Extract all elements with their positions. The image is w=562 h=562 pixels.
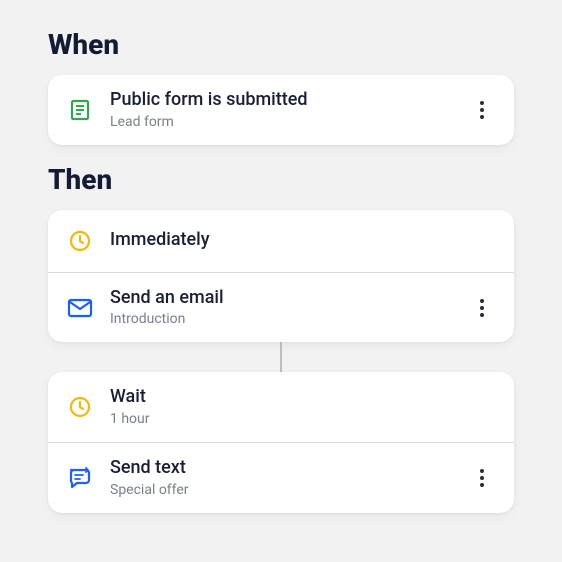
trigger-text: Public form is submitted Lead form <box>110 89 468 131</box>
form-icon <box>66 96 94 124</box>
action-text: Send text Special offer <box>110 457 468 499</box>
action-title: Send text <box>110 457 468 480</box>
action-row[interactable]: Send an email Introduction <box>48 272 514 343</box>
timing-title: Immediately <box>110 229 496 252</box>
then-heading: Then <box>48 163 514 196</box>
trigger-row: Public form is submitted Lead form <box>48 75 514 145</box>
action-group-1: Wait 1 hour Send text Special offer <box>48 372 514 512</box>
wait-title: Wait <box>110 386 496 409</box>
trigger-title: Public form is submitted <box>110 89 468 112</box>
trigger-subtitle: Lead form <box>110 113 468 131</box>
connector-line <box>280 342 282 372</box>
when-heading: When <box>48 28 514 61</box>
trigger-menu-button[interactable] <box>468 96 496 124</box>
action-menu-button[interactable] <box>468 294 496 322</box>
more-icon <box>480 101 484 119</box>
sms-icon <box>66 464 94 492</box>
action-group-0: Immediately Send an email Introduction <box>48 210 514 343</box>
action-title: Send an email <box>110 287 468 310</box>
wait-row[interactable]: Wait 1 hour <box>48 372 514 442</box>
clock-icon <box>66 227 94 255</box>
action-subtitle: Special offer <box>110 481 468 499</box>
clock-icon <box>66 393 94 421</box>
action-row[interactable]: Send text Special offer <box>48 442 514 513</box>
more-icon <box>480 299 484 317</box>
more-icon <box>480 469 484 487</box>
action-menu-button[interactable] <box>468 464 496 492</box>
action-subtitle: Introduction <box>110 310 468 328</box>
timing-text: Immediately <box>110 229 496 252</box>
action-text: Send an email Introduction <box>110 287 468 329</box>
email-icon <box>66 294 94 322</box>
wait-subtitle: 1 hour <box>110 410 496 428</box>
trigger-card[interactable]: Public form is submitted Lead form <box>48 75 514 145</box>
wait-text: Wait 1 hour <box>110 386 496 428</box>
timing-row[interactable]: Immediately <box>48 210 514 272</box>
